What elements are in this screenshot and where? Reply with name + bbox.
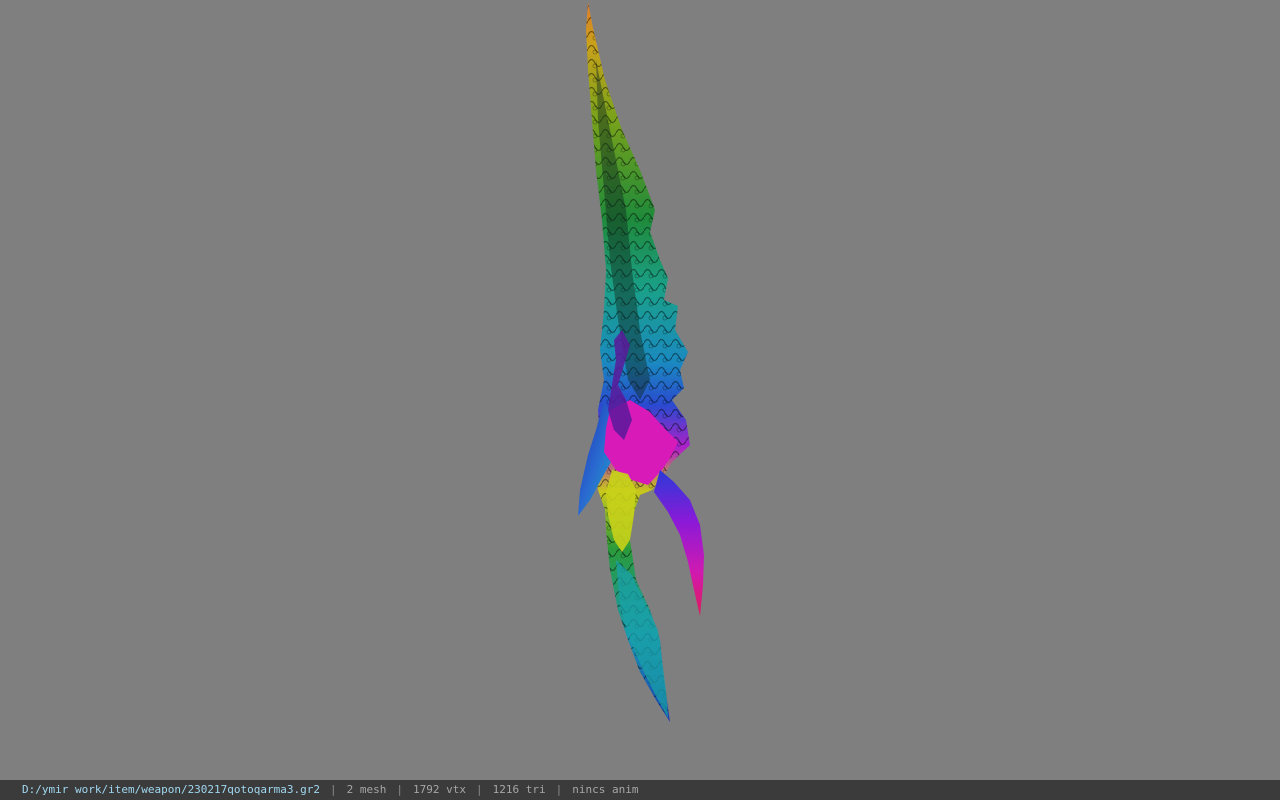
separator: | [396, 783, 404, 796]
animation-status: nincs anim [572, 783, 639, 796]
triangle-count: 1216 tri [492, 783, 546, 796]
separator: | [476, 783, 483, 796]
vertex-count: 1792 vtx [413, 783, 466, 796]
3d-viewport[interactable] [0, 0, 1280, 780]
separator: | [330, 783, 337, 796]
separator: | [555, 783, 563, 796]
mesh-count: 2 mesh [346, 783, 387, 796]
right-hook [654, 470, 704, 616]
status-bar: D:/ymir work/item/weapon/230217qotoqarma… [0, 780, 1280, 800]
weapon-model[interactable] [0, 0, 1280, 780]
model-path: D:/ymir work/item/weapon/230217qotoqarma… [22, 783, 321, 796]
lower-blade [616, 560, 668, 718]
